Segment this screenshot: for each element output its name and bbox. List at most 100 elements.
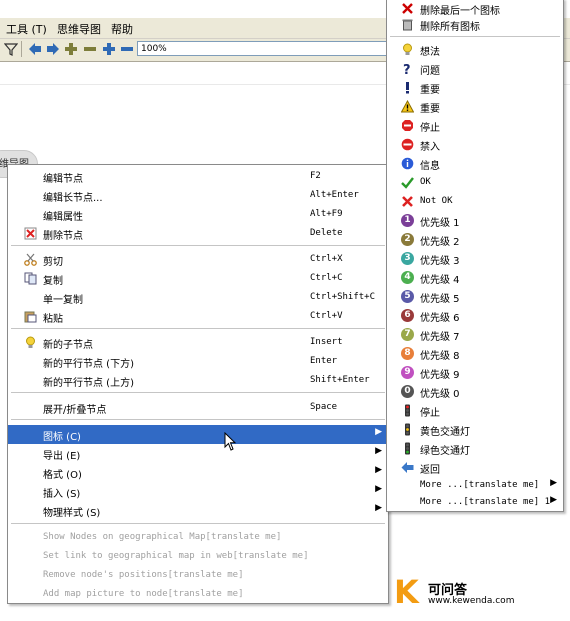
- submenu-item-label: 优先级 6: [420, 313, 460, 324]
- menu-item-icons[interactable]: 图标 (C) ▶: [8, 425, 388, 444]
- submenu-item-label: 优先级 5: [420, 294, 460, 305]
- menu-item-delete-node[interactable]: 删除节点 Delete: [8, 224, 388, 243]
- menu-item-physical-style[interactable]: 物理样式 (S) ▶: [8, 501, 388, 520]
- stop-sign-icon: [402, 120, 413, 131]
- menu-item-shortcut: Space: [310, 402, 338, 412]
- submenu-item-label: 信息: [420, 161, 440, 172]
- submenu-arrow-icon: ▶: [550, 495, 557, 505]
- menu-item-export[interactable]: 导出 (E) ▶: [8, 444, 388, 463]
- menu-separator: [11, 419, 385, 420]
- arrow-right-icon[interactable]: [46, 42, 60, 56]
- scissors-icon: [24, 253, 37, 266]
- submenu-item-label: 优先级 3: [420, 256, 460, 267]
- submenu-item-priority-3[interactable]: 3 优先级 3: [387, 249, 563, 268]
- menu-item-edit-long-node[interactable]: 编辑长节点... Alt+Enter: [8, 186, 388, 205]
- trash-icon: [402, 19, 413, 31]
- menu-item-insert[interactable]: 插入 (S) ▶: [8, 482, 388, 501]
- submenu-item-label: 重要: [420, 104, 440, 115]
- submenu-item-important[interactable]: 重要: [387, 78, 563, 97]
- menu-item-label: 单一复制: [43, 295, 83, 306]
- submenu-item-traffic-yellow[interactable]: 黄色交通灯: [387, 420, 563, 439]
- watermark-logo-letter: K: [394, 573, 419, 611]
- menu-item-shortcut: Ctrl+C: [310, 273, 343, 283]
- submenu-item-no-entry[interactable]: 禁入: [387, 135, 563, 154]
- submenu-item-more-2[interactable]: More ...[translate me] 1 ▶: [387, 493, 563, 512]
- menu-item-shortcut: Insert: [310, 337, 343, 347]
- submenu-item-priority-9[interactable]: 9 优先级 9: [387, 363, 563, 382]
- submenu-item-label: 返回: [420, 465, 440, 476]
- submenu-item-idea[interactable]: 想法: [387, 40, 563, 59]
- menu-item-label: Remove node's positions[translate me]: [43, 570, 244, 580]
- warning-icon: [401, 100, 414, 113]
- menu-mindmap[interactable]: 思维导图: [57, 21, 101, 37]
- submenu-item-info[interactable]: 信息: [387, 154, 563, 173]
- menu-item-new-child[interactable]: 新的子节点 Insert: [8, 333, 388, 352]
- submenu-item-priority-8[interactable]: 8 优先级 8: [387, 344, 563, 363]
- priority-9-icon: 9: [401, 366, 414, 379]
- filter-icon[interactable]: [4, 42, 18, 56]
- submenu-item-traffic-red[interactable]: 停止: [387, 401, 563, 420]
- svg-text:?: ?: [403, 63, 411, 75]
- menu-item-label: 剪切: [43, 257, 63, 268]
- zoom-in-icon[interactable]: [102, 42, 116, 56]
- submenu-item-ok[interactable]: OK: [387, 173, 563, 192]
- menu-item-toggle-fold[interactable]: 展开/折叠节点 Space: [8, 398, 388, 417]
- menu-item-label: 图标 (C): [43, 432, 81, 443]
- menu-item-shortcut: Alt+F9: [310, 209, 343, 219]
- menu-item-shortcut: Ctrl+Shift+C: [310, 292, 376, 302]
- submenu-item-label: 优先级 2: [420, 237, 460, 248]
- submenu-item-not-ok[interactable]: Not OK: [387, 192, 563, 211]
- submenu-item-traffic-green[interactable]: 绿色交通灯: [387, 439, 563, 458]
- menu-item-edit-attributes[interactable]: 编辑属性 Alt+F9: [8, 205, 388, 224]
- submenu-item-question[interactable]: ? 问题: [387, 59, 563, 78]
- submenu-item-priority-1[interactable]: 1 优先级 1: [387, 211, 563, 230]
- menu-item-copy[interactable]: 复制 Ctrl+C: [8, 269, 388, 288]
- submenu-item-remove-all-icons[interactable]: 删除所有图标: [387, 15, 563, 34]
- priority-4-icon: 4: [401, 271, 414, 284]
- submenu-item-label: More ...[translate me]: [420, 480, 540, 490]
- menu-item-new-sibling-below[interactable]: 新的平行节点 (下方) Enter: [8, 352, 388, 371]
- arrow-left-icon[interactable]: [28, 42, 42, 56]
- menu-tools[interactable]: 工具 (T): [6, 21, 47, 37]
- menu-separator: [11, 523, 385, 524]
- submenu-item-back[interactable]: 返回: [387, 458, 563, 477]
- submenu-item-label: 停止: [420, 408, 440, 419]
- menu-item-new-sibling-above[interactable]: 新的平行节点 (上方) Shift+Enter: [8, 371, 388, 390]
- priority-6-icon: 6: [401, 309, 414, 322]
- submenu-item-priority-4[interactable]: 4 优先级 4: [387, 268, 563, 287]
- submenu-item-priority-2[interactable]: 2 优先级 2: [387, 230, 563, 249]
- submenu-item-label: 优先级 7: [420, 332, 460, 343]
- checkmark-icon: [401, 177, 414, 189]
- menu-item-shortcut: Ctrl+V: [310, 311, 343, 321]
- zoom-out-icon[interactable]: [120, 42, 134, 56]
- lightbulb-icon: [26, 336, 35, 348]
- priority-5-icon: 5: [401, 290, 414, 303]
- submenu-item-label: 优先级 4: [420, 275, 460, 286]
- submenu-item-priority-6[interactable]: 6 优先级 6: [387, 306, 563, 325]
- icon-submenu: 删除最后一个图标 删除所有图标 想法 ? 问题 重要 重要 停止 禁入 信息 O…: [386, 0, 564, 512]
- submenu-item-priority-0[interactable]: 0 优先级 0: [387, 382, 563, 401]
- watermark: K 可问答 www.kewenda.com: [394, 575, 534, 611]
- minus-icon[interactable]: [83, 42, 97, 56]
- menu-item-edit-node[interactable]: 编辑节点 F2: [8, 167, 388, 186]
- menu-help[interactable]: 帮助: [111, 21, 133, 37]
- menu-item-cut[interactable]: 剪切 Ctrl+X: [8, 250, 388, 269]
- submenu-item-priority-5[interactable]: 5 优先级 5: [387, 287, 563, 306]
- menu-item-paste[interactable]: 粘贴 Ctrl+V: [8, 307, 388, 326]
- submenu-item-priority-7[interactable]: 7 优先级 7: [387, 325, 563, 344]
- submenu-item-label: OK: [420, 177, 431, 187]
- menu-item-label: 新的子节点: [43, 340, 93, 351]
- menu-item-single-copy[interactable]: 单一复制 Ctrl+Shift+C: [8, 288, 388, 307]
- add-node-icon[interactable]: [64, 42, 78, 56]
- priority-0-icon: 0: [401, 385, 414, 398]
- submenu-item-warning[interactable]: 重要: [387, 97, 563, 116]
- traffic-light-yellow-icon: [405, 423, 410, 436]
- zoom-input[interactable]: 100%: [137, 41, 397, 56]
- submenu-arrow-icon: ▶: [375, 484, 382, 494]
- menu-item-format[interactable]: 格式 (O) ▶: [8, 463, 388, 482]
- menu-item-show-on-map: Show Nodes on geographical Map[translate…: [8, 529, 388, 548]
- submenu-item-label: More ...[translate me] 1: [420, 497, 551, 507]
- traffic-light-red-icon: [405, 404, 410, 417]
- submenu-item-stop[interactable]: 停止: [387, 116, 563, 135]
- submenu-item-label: 优先级 9: [420, 370, 460, 381]
